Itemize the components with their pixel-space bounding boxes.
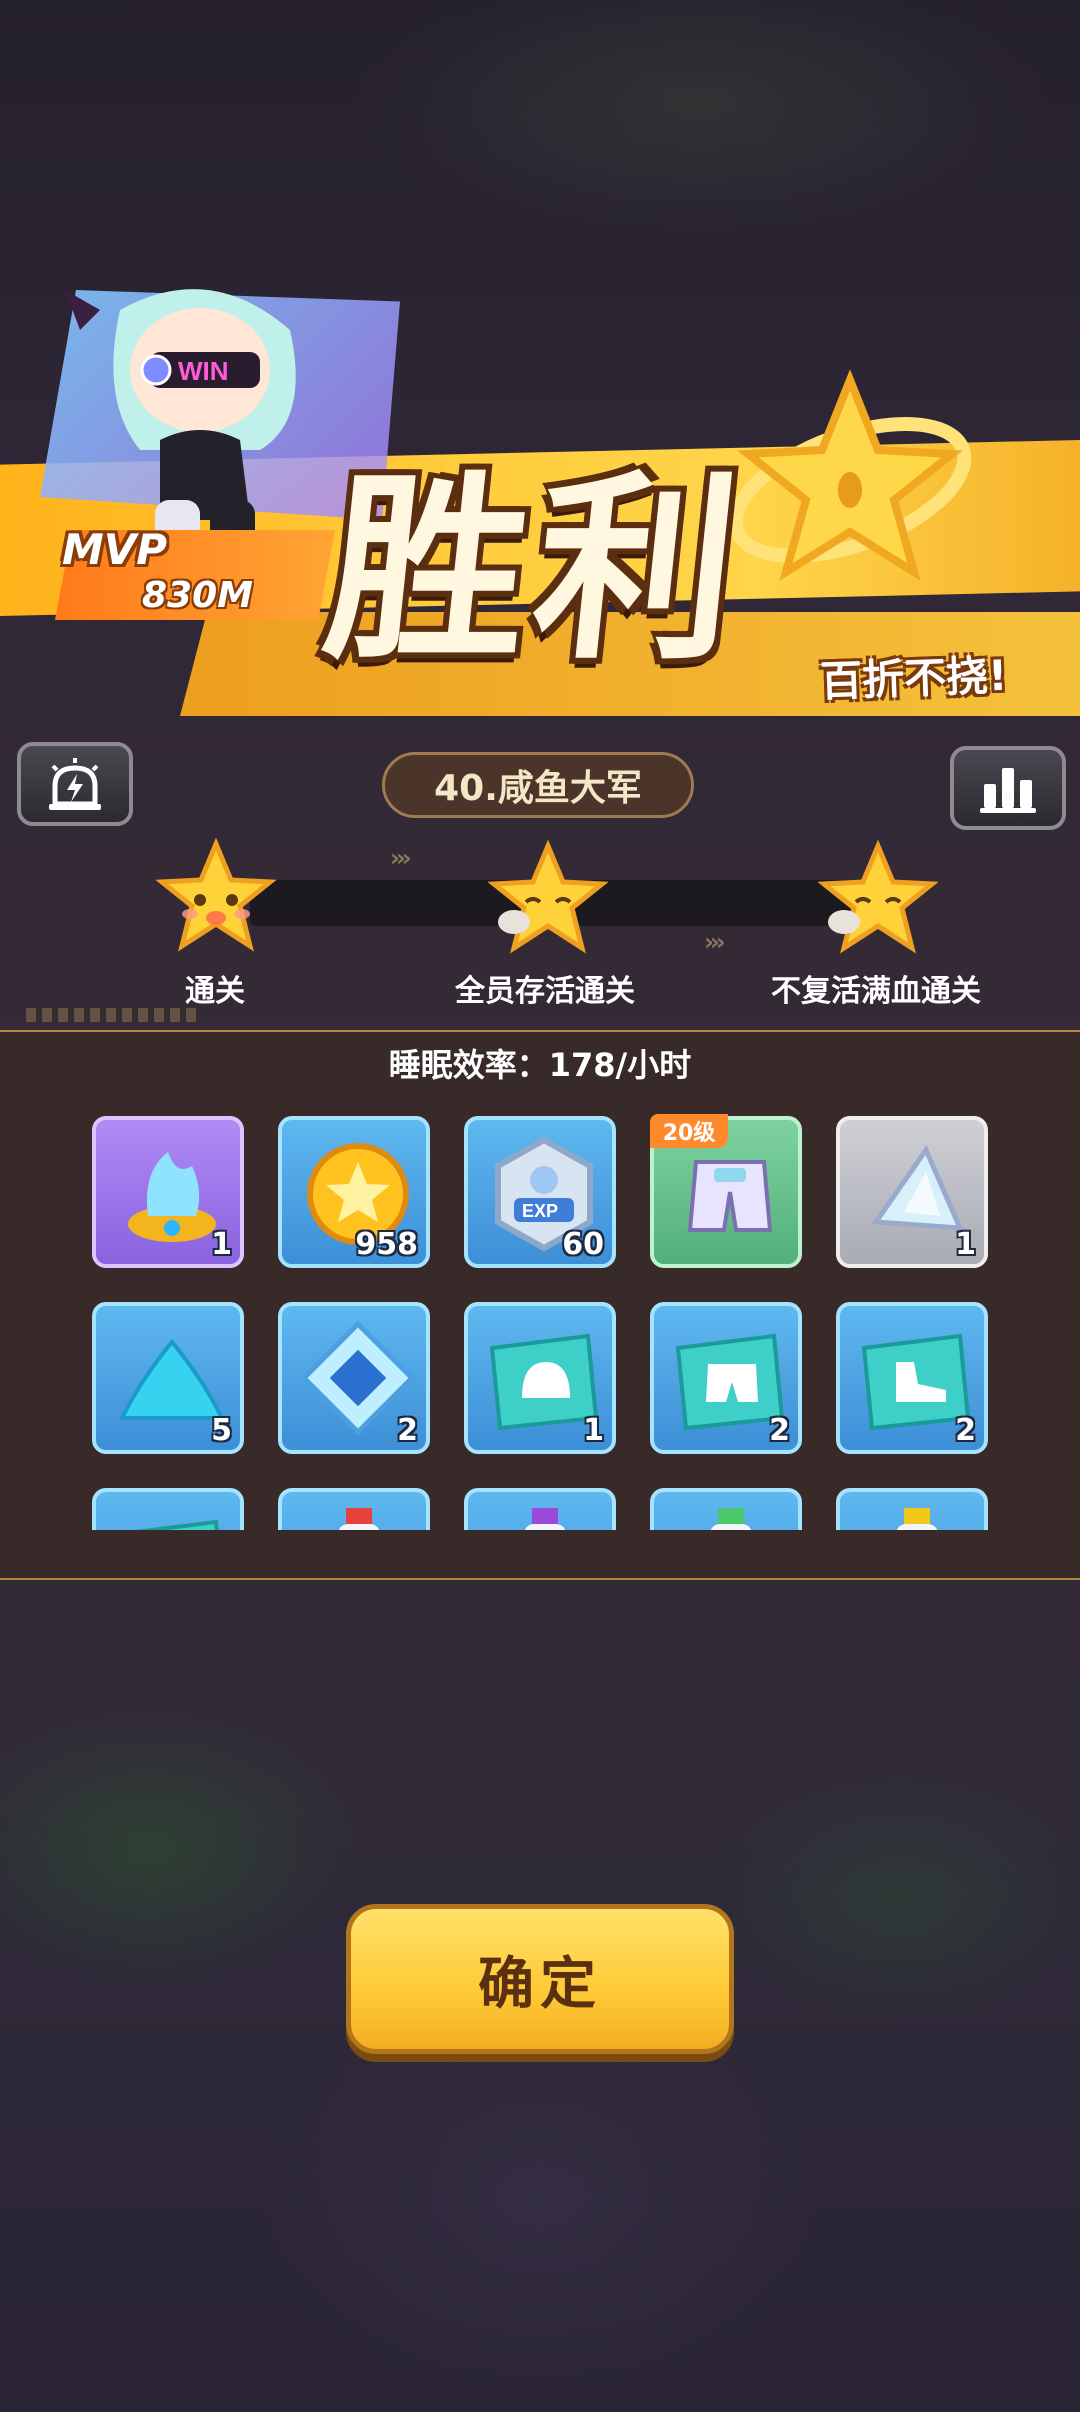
reward-quantity: 5 xyxy=(211,1413,232,1448)
reward-item[interactable] xyxy=(278,1488,430,1530)
victory-title: 胜利 xyxy=(315,452,757,687)
yellow-potion-icon xyxy=(896,1508,938,1530)
green-potion-icon xyxy=(710,1508,752,1530)
star-sleeping-icon xyxy=(818,840,938,954)
victory-subtitle: 百折不挠! xyxy=(819,650,1009,707)
reward-item[interactable]: 5 xyxy=(92,1302,244,1454)
reward-item[interactable] xyxy=(464,1488,616,1530)
star-achieved-icon xyxy=(156,838,276,952)
reward-item[interactable] xyxy=(92,1488,244,1530)
mvp-label: MVP xyxy=(62,525,168,574)
panel-stripe-decoration xyxy=(26,1008,196,1022)
red-potion-icon xyxy=(338,1508,380,1530)
reward-item[interactable]: 1 xyxy=(92,1116,244,1268)
svg-text:EXP: EXP xyxy=(522,1201,558,1221)
reward-quantity: 2 xyxy=(955,1413,976,1448)
alert-button[interactable] xyxy=(17,742,133,826)
rewards-grid[interactable]: 1 958 EXP 60 20级 1 5 2 1 2 2 xyxy=(0,1110,1080,1530)
reward-quantity: 1 xyxy=(955,1227,976,1262)
alarm-bolt-icon xyxy=(49,758,101,810)
confirm-button[interactable]: 确定 xyxy=(346,1904,734,2054)
confirm-button-label: 确定 xyxy=(478,1951,602,2017)
mvp-damage-value: 830M xyxy=(142,575,253,616)
bar-chart-icon xyxy=(980,768,1036,813)
reward-item[interactable]: EXP 60 xyxy=(464,1116,616,1268)
reward-quantity: 2 xyxy=(769,1413,790,1448)
mvp-character-avatar: WIN xyxy=(65,289,296,550)
reward-quantity: 1 xyxy=(211,1227,232,1262)
reward-item[interactable]: 1 xyxy=(464,1302,616,1454)
star-sleeping-icon xyxy=(488,840,608,954)
stats-button[interactable] xyxy=(950,746,1066,830)
reward-quantity: 60 xyxy=(562,1227,604,1262)
shorts-gear-icon xyxy=(687,1160,773,1232)
reward-item[interactable]: 2 xyxy=(650,1302,802,1454)
sleep-efficiency-text: 睡眠效率：178/小时 xyxy=(388,1046,692,1084)
blueprint-icon xyxy=(135,1519,219,1530)
chevron-right-icon: ››› xyxy=(390,844,412,872)
stage-name: 40.咸鱼大军 xyxy=(382,752,694,818)
reward-item[interactable] xyxy=(836,1488,988,1530)
reward-quantity: 2 xyxy=(397,1413,418,1448)
level-tag: 20级 xyxy=(650,1114,728,1148)
chevron-right-icon: ››› xyxy=(704,928,726,956)
reward-item[interactable] xyxy=(650,1488,802,1530)
objective-label: 全员存活通关 xyxy=(455,974,635,1009)
objective-label: 不复活满血通关 xyxy=(771,974,981,1009)
reward-item[interactable]: 20级 xyxy=(650,1114,802,1268)
reward-quantity: 1 xyxy=(583,1413,604,1448)
purple-potion-icon xyxy=(524,1508,566,1530)
reward-item[interactable]: 958 xyxy=(278,1116,430,1268)
reward-item[interactable]: 2 xyxy=(836,1302,988,1454)
mascot-visor-text: WIN xyxy=(178,356,229,386)
reward-item[interactable]: 2 xyxy=(278,1302,430,1454)
objective-label: 通关 xyxy=(185,974,245,1009)
reward-quantity: 958 xyxy=(355,1227,418,1262)
reward-item[interactable]: 1 xyxy=(836,1116,988,1268)
